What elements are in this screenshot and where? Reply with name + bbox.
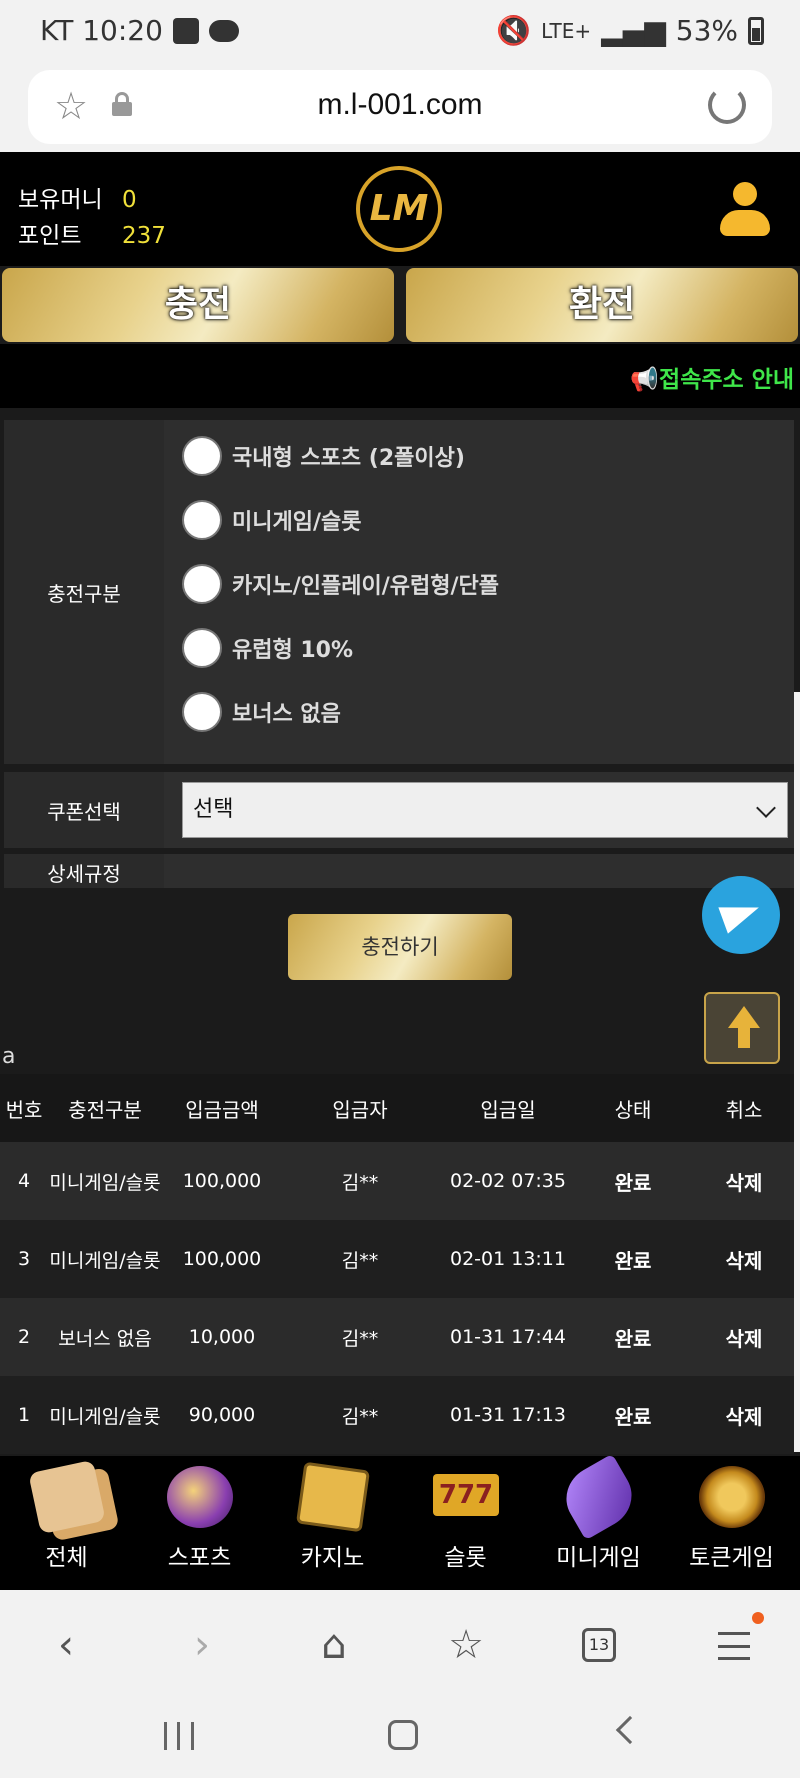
carrier-time: KT 10:20	[40, 14, 163, 47]
coupon-label: 쿠폰선택	[4, 772, 164, 848]
network-indicator: LTE+	[541, 18, 592, 43]
signal-icon: ▂▄▆	[601, 14, 666, 47]
menu-icon[interactable]	[718, 1632, 750, 1660]
radio-option-european-10[interactable]: 유럽형 10%	[182, 626, 353, 670]
image-icon	[172, 17, 199, 44]
mute-icon: 🔇	[496, 14, 532, 47]
recent-apps-icon[interactable]	[164, 1722, 194, 1750]
charge-form: 충전구분 국내형 스포츠 (2폴이상) 미니게임/슬롯 카지노/인플레이/유럽형…	[0, 408, 800, 888]
nav-token-game[interactable]: 토큰게임	[665, 1456, 798, 1590]
megaphone-icon: 📢	[630, 367, 660, 393]
balance-panel: 보유머니 0 포인트 237	[18, 182, 166, 254]
delete-button[interactable]: 삭제	[688, 1376, 800, 1454]
table-row: 3 미니게임/슬롯 100,000 김** 02-01 13:11 완료 삭제	[0, 1220, 794, 1298]
charge-category-options: 국내형 스포츠 (2폴이상) 미니게임/슬롯 카지노/인플레이/유럽형/단폴 유…	[170, 420, 794, 764]
browser-url-bar: ☆ m.l-001.com	[0, 60, 800, 152]
radio-option-domestic-sports[interactable]: 국내형 스포츠 (2폴이상)	[182, 434, 465, 478]
status-bar: KT 10:20 🔇 LTE+ ▂▄▆ 53%	[0, 0, 800, 60]
tabs-button[interactable]: 13	[582, 1628, 616, 1662]
radio-button[interactable]	[182, 436, 222, 476]
battery-icon	[748, 16, 764, 45]
browser-toolbar: ‹ › ⌂ ☆ 13	[0, 1590, 800, 1694]
coupon-row: 쿠폰선택 선택	[4, 772, 794, 848]
soccer-ball-icon	[167, 1466, 233, 1528]
back-icon[interactable]: ‹	[36, 1620, 96, 1670]
charge-category-row: 충전구분 국내형 스포츠 (2폴이상) 미니게임/슬롯 카지노/인플레이/유럽형…	[4, 420, 794, 764]
nav-minigame[interactable]: 미니게임	[532, 1453, 665, 1590]
charge-history-table: 번호 충전구분 입금금액 입금자 입금일 상태 취소 4 미니게임/슬롯 100…	[0, 1074, 794, 1454]
charge-submit-button[interactable]: 충전하기	[288, 914, 512, 980]
battery-percent: 53%	[675, 14, 738, 47]
reload-icon[interactable]	[708, 86, 746, 124]
coupon-select[interactable]: 선택	[182, 782, 788, 838]
slot-777-icon: 777	[433, 1474, 499, 1516]
arrow-up-icon	[728, 1006, 760, 1028]
forward-icon[interactable]: ›	[172, 1620, 232, 1670]
delete-button[interactable]: 삭제	[688, 1298, 800, 1376]
radio-option-casino[interactable]: 카지노/인플레이/유럽형/단폴	[182, 562, 499, 606]
radio-button[interactable]	[182, 500, 222, 540]
user-profile-icon[interactable]	[718, 182, 772, 238]
nav-sports[interactable]: 스포츠	[133, 1456, 266, 1590]
roulette-icon	[699, 1466, 765, 1528]
charge-category-label: 충전구분	[4, 420, 164, 764]
dice-icon	[28, 1459, 106, 1535]
table-row: 2 보너스 없음 10,000 김** 01-31 17:44 완료 삭제	[0, 1298, 794, 1376]
radio-option-minigame-slot[interactable]: 미니게임/슬롯	[182, 498, 361, 542]
cards-icon	[296, 1461, 370, 1533]
points-label: 포인트	[18, 223, 82, 249]
delete-button[interactable]: 삭제	[688, 1142, 800, 1220]
game-nav-bar: 전체 스포츠 카지노 777 슬롯 미니게임 토큰게임	[0, 1453, 800, 1590]
notification-dot	[752, 1612, 764, 1624]
bookmarks-star-icon[interactable]: ☆	[436, 1620, 496, 1670]
rocket-icon	[554, 1453, 644, 1541]
radio-button[interactable]	[182, 628, 222, 668]
system-nav-bar	[0, 1694, 800, 1778]
home-icon[interactable]: ⌂	[304, 1620, 364, 1670]
url-text[interactable]: m.l-001.com	[28, 88, 772, 122]
home-button-icon[interactable]	[388, 1720, 418, 1750]
radio-option-no-bonus[interactable]: 보너스 없음	[182, 690, 341, 734]
money-value: 0	[122, 187, 137, 213]
scroll-to-top-button[interactable]	[704, 992, 780, 1064]
address-field[interactable]: ☆ m.l-001.com	[28, 70, 772, 144]
rules-row: 상세규정	[4, 854, 794, 888]
nav-all[interactable]: 전체	[0, 1456, 133, 1590]
radio-button[interactable]	[182, 692, 222, 732]
notice-text: 접속주소 안내	[659, 367, 794, 393]
site-logo[interactable]: LM	[356, 166, 442, 252]
notice-marquee[interactable]: 📢접속주소 안내	[0, 344, 800, 408]
telegram-icon[interactable]	[702, 876, 780, 954]
delete-button[interactable]: 삭제	[688, 1220, 800, 1298]
charge-tab-button[interactable]: 충전	[2, 268, 394, 342]
points-value: 237	[122, 223, 166, 249]
stray-text: a	[2, 1044, 16, 1069]
radio-button[interactable]	[182, 564, 222, 604]
nav-casino[interactable]: 카지노	[266, 1456, 399, 1590]
system-back-icon[interactable]	[615, 1715, 645, 1745]
nav-slot[interactable]: 777 슬롯	[399, 1456, 532, 1590]
cloud-icon	[208, 19, 239, 42]
site-header: 보유머니 0 포인트 237 LM	[0, 152, 800, 266]
money-label: 보유머니	[18, 187, 103, 213]
chevron-down-icon	[756, 798, 776, 818]
table-row: 4 미니게임/슬롯 100,000 김** 02-02 07:35 완료 삭제	[0, 1142, 794, 1220]
table-header: 번호 충전구분 입금금액 입금자 입금일 상태 취소	[0, 1074, 794, 1142]
rules-label: 상세규정	[4, 854, 164, 888]
table-row: 1 미니게임/슬롯 90,000 김** 01-31 17:13 완료 삭제	[0, 1376, 794, 1454]
exchange-tab-button[interactable]: 환전	[406, 268, 798, 342]
